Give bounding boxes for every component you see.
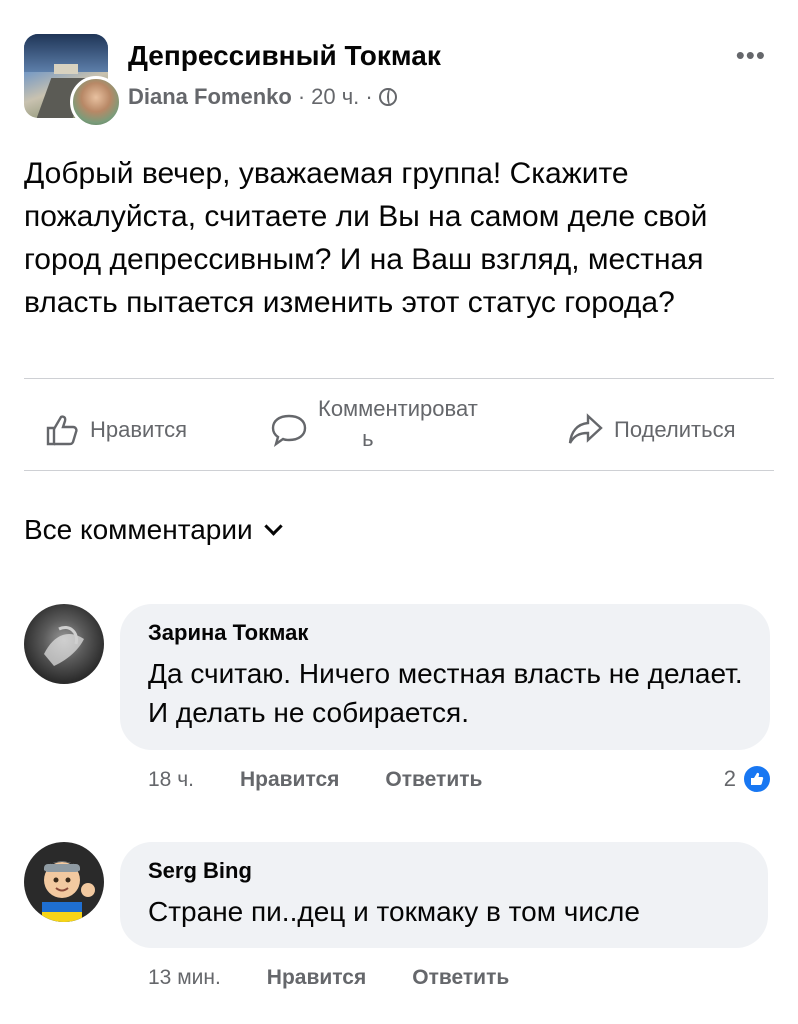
thumb-glyph [751,772,764,785]
comment-item: Зарина Токмак Да считаю. Ничего местная … [24,604,784,804]
divider-top [24,378,774,379]
comment-like-button[interactable]: Нравится [240,768,339,792]
chevron-down-icon [263,516,283,536]
comment-text: Стране пи..дец и токмаку в том числе [148,896,640,927]
avatar-figure [44,626,84,666]
comment-bubble: Serg Bing Стране пи..дец и токмаку в том… [120,842,768,948]
comment-label-line1: Комментироват [318,396,478,421]
globe-icon [378,88,397,106]
post-text: Добрый вечер, уважаемая группа! Скажите … [24,157,708,319]
commenter-name[interactable]: Serg Bing [148,858,744,884]
comment-reply-button[interactable]: Ответить [385,768,482,792]
comments-filter[interactable]: Все комментарии [24,514,283,546]
comment-item: Serg Bing Стране пи..дец и токмаку в том… [24,842,784,1012]
comment-text: Да считаю. Ничего местная власть не дела… [148,658,743,728]
post-time[interactable]: 20 ч. [311,84,359,110]
meta-separator: · [297,84,306,109]
commenter-avatar[interactable] [24,604,104,684]
comment-label: Комментироват ь [318,394,478,454]
reaction-count: 2 [723,766,736,791]
comment-meta: 18 ч. Нравится Ответить [148,768,482,792]
comment-time[interactable]: 18 ч. [148,768,194,792]
more-icon[interactable]: ••• [736,40,766,71]
share-icon [568,413,603,444]
divider-bottom [24,470,774,471]
comment-like-button[interactable]: Нравится [267,966,366,990]
share-button[interactable]: Поделиться [566,392,735,468]
like-button[interactable]: Нравится [44,392,187,468]
comment-time[interactable]: 13 мин. [148,966,221,990]
comment-reactions[interactable]: 2 [724,764,772,794]
commenter-avatar[interactable] [24,842,104,922]
post-header: Депрессивный Токмак Diana Fomenko · 20 ч… [24,30,774,130]
comment-reply-button[interactable]: Ответить [412,966,509,990]
meta-separator-2: · [365,84,373,109]
avatar-sign [54,64,78,74]
like-icon [46,415,78,446]
group-name[interactable]: Депрессивный Токмак [128,40,441,72]
comment-meta: 13 мин. Нравится Ответить [148,966,509,990]
author-avatar[interactable] [70,76,122,128]
commenter-name[interactable]: Зарина Токмак [148,620,746,646]
share-label: Поделиться [614,417,736,442]
like-label: Нравится [90,417,188,442]
post-actions: Нравится Комментироват ь Поделиться [0,392,798,468]
avatar-memoji [42,861,95,922]
comment-label-line2: ь [362,426,374,451]
comments-filter-label: Все комментарии [24,514,253,545]
post-meta: Diana Fomenko · 20 ч. · [128,84,397,110]
like-reaction-icon [742,764,772,794]
author-name[interactable]: Diana Fomenko [128,84,292,110]
comment-bubble: Зарина Токмак Да считаю. Ничего местная … [120,604,770,750]
comment-button[interactable]: Комментироват ь [270,392,478,468]
